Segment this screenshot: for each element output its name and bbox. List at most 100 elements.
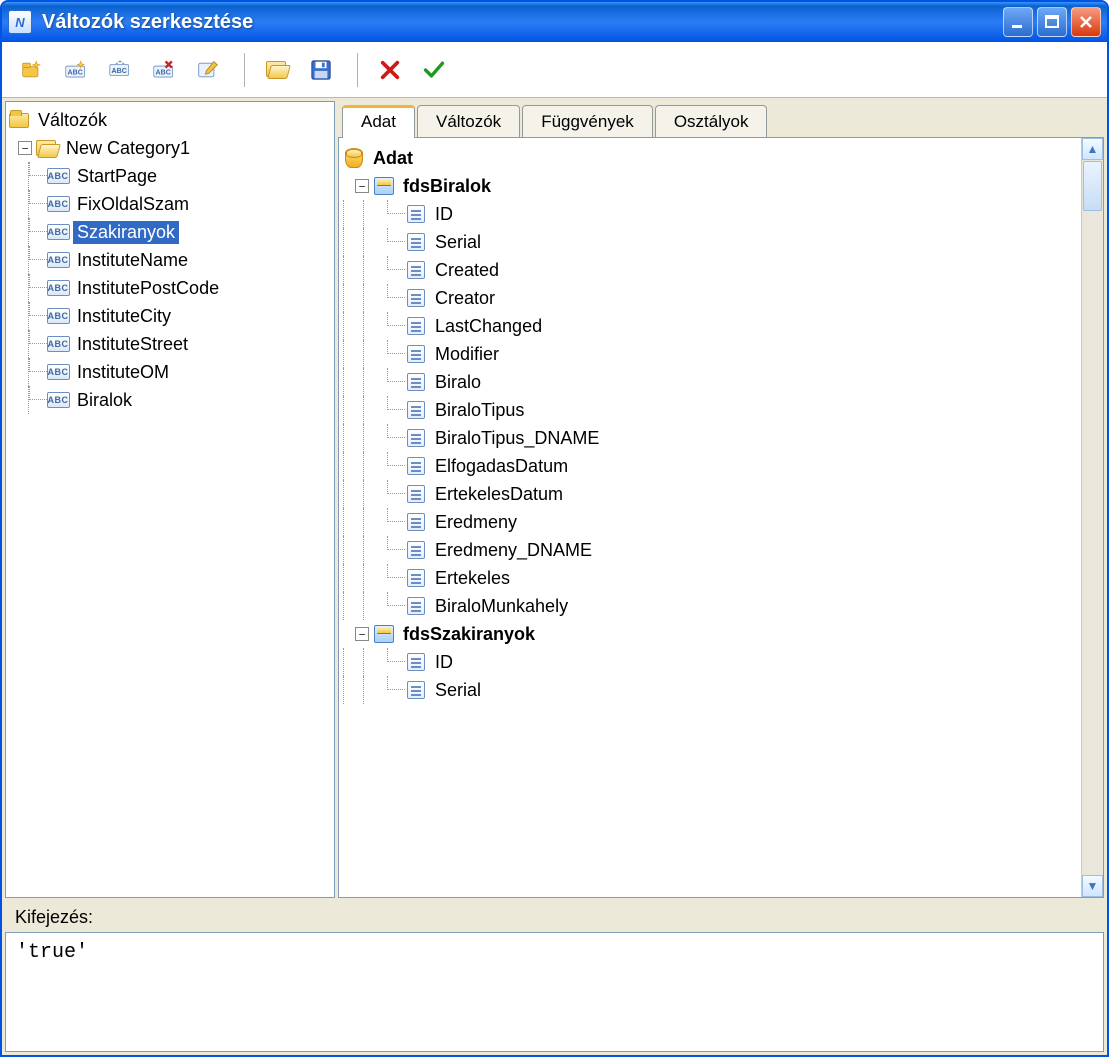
collapse-icon[interactable]: − [355,627,369,641]
delete-variable-button[interactable]: ABC [148,52,184,88]
abc-x-icon: ABC [153,60,175,80]
variable-item[interactable]: ABCStartPage [8,162,332,190]
dataset-label: fdsSzakiranyok [399,623,539,646]
collapse-icon[interactable]: − [355,179,369,193]
collapse-icon[interactable]: − [18,141,32,155]
abc-icon: ABC [47,278,69,298]
field-label: BiraloTipus_DNAME [431,427,603,450]
variable-item[interactable]: ABCSzakiranyok [8,218,332,246]
save-button[interactable] [305,52,341,88]
tree-root-label: Változók [34,109,111,132]
field-node[interactable]: Creator [343,284,1077,312]
field-icon [405,540,427,560]
new-abc-icon: ABC [65,60,87,80]
toolbar-separator [357,53,358,87]
variable-label: InstituteOM [73,361,173,384]
minimize-button[interactable] [1003,7,1033,37]
tab-content: Adat −fdsBiralokIDSerialCreatedCreatorLa… [338,137,1104,898]
expression-input[interactable]: 'true' [5,932,1104,1052]
data-root[interactable]: Adat [343,144,1077,172]
data-tree[interactable]: Adat −fdsBiralokIDSerialCreatedCreatorLa… [339,138,1081,897]
field-icon [405,344,427,364]
field-node[interactable]: BiraloTipus [343,396,1077,424]
field-node[interactable]: Serial [343,228,1077,256]
field-node[interactable]: Eredmeny_DNAME [343,536,1077,564]
field-node[interactable]: BiraloMunkahely [343,592,1077,620]
variable-item[interactable]: ABCInstituteName [8,246,332,274]
field-node[interactable]: Serial [343,676,1077,704]
toolbar: ABC ABC ABC [2,42,1107,98]
titlebar[interactable]: N Változók szerkesztése [2,2,1107,42]
dataset-node[interactable]: − fdsBiralok [343,172,1077,200]
variable-item[interactable]: ABCInstituteStreet [8,330,332,358]
variable-item[interactable]: ABCInstitutePostCode [8,274,332,302]
floppy-icon [310,60,332,80]
rename-button[interactable] [192,52,228,88]
field-icon [405,512,427,532]
variable-label: InstituteStreet [73,333,192,356]
tree-category[interactable]: − New Category1 [8,134,332,162]
tree-root[interactable]: Változók [8,106,332,134]
field-label: Ertekeles [431,567,514,590]
new-folder-icon [21,60,43,80]
scroll-down-button[interactable]: ▼ [1082,875,1103,897]
tree-category-label: New Category1 [62,137,194,160]
variable-item[interactable]: ABCFixOldalSzam [8,190,332,218]
field-icon [405,316,427,336]
variable-item[interactable]: ABCInstituteOM [8,358,332,386]
abc-icon: ABC [47,390,69,410]
dataset-node[interactable]: − fdsSzakiranyok [343,620,1077,648]
field-node[interactable]: ID [343,648,1077,676]
app-icon: N [8,10,32,34]
edit-variable-button[interactable]: ABC [104,52,140,88]
confirm-button[interactable] [418,52,454,88]
field-node[interactable]: Created [343,256,1077,284]
variable-item[interactable]: ABCBiralok [8,386,332,414]
scrollbar[interactable]: ▲ ▼ [1081,138,1103,897]
tab-valtozok[interactable]: Változók [417,105,520,138]
variable-label: StartPage [73,165,161,188]
tab-label: Függvények [541,112,634,131]
field-node[interactable]: Ertekeles [343,564,1077,592]
variable-item[interactable]: ABCInstituteCity [8,302,332,330]
scroll-track[interactable] [1082,212,1103,875]
field-node[interactable]: LastChanged [343,312,1077,340]
new-category-button[interactable] [16,52,52,88]
field-icon [405,232,427,252]
field-label: ElfogadasDatum [431,455,572,478]
field-node[interactable]: Modifier [343,340,1077,368]
field-icon [405,484,427,504]
field-label: ErtekelesDatum [431,483,567,506]
tab-fuggvenyek[interactable]: Függvények [522,105,653,138]
field-node[interactable]: ID [343,200,1077,228]
field-node[interactable]: ErtekelesDatum [343,480,1077,508]
field-node[interactable]: BiraloTipus_DNAME [343,424,1077,452]
svg-text:ABC: ABC [68,69,83,76]
folder-open-icon [36,138,58,158]
open-button[interactable] [261,52,297,88]
abc-icon: ABC [47,194,69,214]
field-node[interactable]: Biralo [343,368,1077,396]
field-label: Eredmeny [431,511,521,534]
dataset-label: fdsBiralok [399,175,495,198]
field-icon [405,680,427,700]
field-icon [405,652,427,672]
variables-tree[interactable]: Változók − New Category1 ABCStartPageABC… [5,101,335,898]
maximize-button[interactable] [1037,7,1067,37]
tab-adat[interactable]: Adat [342,105,415,138]
field-node[interactable]: Eredmeny [343,508,1077,536]
tab-osztalyok[interactable]: Osztályok [655,105,768,138]
variable-label: Szakiranyok [73,221,179,244]
field-node[interactable]: ElfogadasDatum [343,452,1077,480]
abc-icon: ABC [47,334,69,354]
check-icon [423,60,445,80]
close-button[interactable] [1071,7,1101,37]
field-label: Serial [431,231,485,254]
expression-value: 'true' [16,941,88,964]
new-variable-button[interactable]: ABC [60,52,96,88]
abc-icon: ABC [47,222,69,242]
x-icon [379,60,401,80]
scroll-up-button[interactable]: ▲ [1082,138,1103,160]
scroll-thumb[interactable] [1083,161,1102,211]
cancel-button[interactable] [374,52,410,88]
